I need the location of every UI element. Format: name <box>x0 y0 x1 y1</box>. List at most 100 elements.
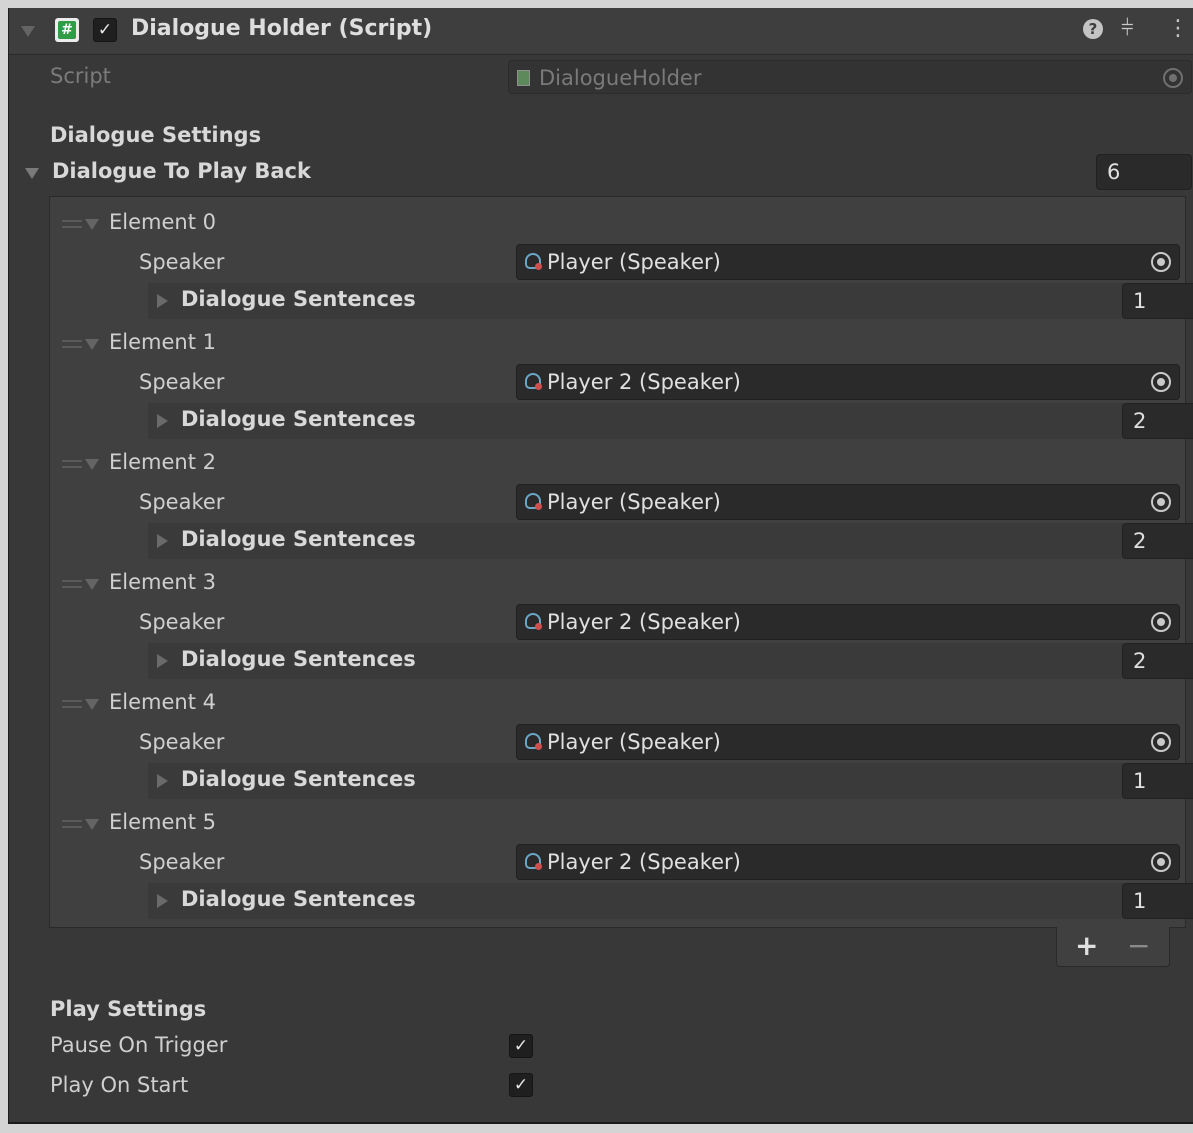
expand-arrow-icon[interactable] <box>157 654 168 668</box>
script-icon: # <box>55 18 79 42</box>
drag-handle-icon[interactable] <box>62 220 82 228</box>
drag-handle-icon[interactable] <box>62 580 82 588</box>
speaker-asset-icon <box>525 853 542 870</box>
drag-handle-icon[interactable] <box>62 460 82 468</box>
dialogue-sentences-row[interactable]: Dialogue Sentences 2 <box>148 643 1193 679</box>
speaker-label: Speaker <box>139 850 225 874</box>
expand-arrow-icon[interactable] <box>157 774 168 788</box>
expand-arrow-icon[interactable] <box>157 534 168 548</box>
sentences-size-value: 2 <box>1133 409 1147 433</box>
inspector-component: # ✓ Dialogue Holder (Script) ? ⫩ ⋮ Scrip… <box>8 8 1193 1124</box>
speaker-label: Speaker <box>139 730 225 754</box>
speaker-field[interactable]: Player 2 (Speaker) <box>516 364 1180 400</box>
dialogue-sentences-label: Dialogue Sentences <box>181 527 416 551</box>
help-icon[interactable]: ? <box>1083 19 1103 39</box>
pause-on-trigger-label: Pause On Trigger <box>50 1033 228 1057</box>
element-label[interactable]: Element 1 <box>109 330 216 354</box>
presets-icon[interactable]: ⫩ <box>1121 16 1134 41</box>
script-field-value: DialogueHolder <box>539 66 702 90</box>
dialogue-sentences-label: Dialogue Sentences <box>181 767 416 791</box>
sentences-size-field[interactable]: 1 <box>1122 763 1193 799</box>
speaker-field[interactable]: Player (Speaker) <box>516 244 1180 280</box>
play-settings-heading: Play Settings <box>50 997 207 1021</box>
speaker-value: Player (Speaker) <box>547 250 721 274</box>
speaker-value: Player 2 (Speaker) <box>547 370 741 394</box>
list-size-value: 6 <box>1107 160 1121 184</box>
list-size-field[interactable]: 6 <box>1096 154 1192 190</box>
sentences-size-value: 2 <box>1133 649 1147 673</box>
dialogue-list: Element 0 Speaker Player (Speaker) Dialo… <box>49 196 1193 928</box>
fold-arrow-icon[interactable] <box>21 26 35 37</box>
play-on-start-checkbox[interactable]: ✓ <box>509 1073 533 1097</box>
drag-handle-icon[interactable] <box>62 820 82 828</box>
speaker-value: Player (Speaker) <box>547 730 721 754</box>
element-fold-arrow-icon[interactable] <box>85 459 99 470</box>
script-label: Script <box>50 64 111 88</box>
drag-handle-icon[interactable] <box>62 340 82 348</box>
script-field: DialogueHolder <box>508 60 1192 94</box>
drag-handle-icon[interactable] <box>62 700 82 708</box>
speaker-value: Player (Speaker) <box>547 490 721 514</box>
element-fold-arrow-icon[interactable] <box>85 819 99 830</box>
speaker-label: Speaker <box>139 370 225 394</box>
dialogue-sentences-label: Dialogue Sentences <box>181 647 416 671</box>
element-label[interactable]: Element 4 <box>109 690 216 714</box>
element-label[interactable]: Element 5 <box>109 810 216 834</box>
element-fold-arrow-icon[interactable] <box>85 699 99 710</box>
dialogue-list-label[interactable]: Dialogue To Play Back <box>52 159 311 183</box>
element-fold-arrow-icon[interactable] <box>85 339 99 350</box>
speaker-field[interactable]: Player (Speaker) <box>516 724 1180 760</box>
sentences-size-field[interactable]: 2 <box>1122 403 1193 439</box>
expand-arrow-icon[interactable] <box>157 894 168 908</box>
expand-arrow-icon[interactable] <box>157 294 168 308</box>
dialogue-sentences-row[interactable]: Dialogue Sentences 2 <box>148 523 1193 559</box>
element-label[interactable]: Element 2 <box>109 450 216 474</box>
component-header[interactable]: # ✓ Dialogue Holder (Script) ? ⫩ ⋮ <box>9 8 1193 55</box>
dialogue-sentences-label: Dialogue Sentences <box>181 407 416 431</box>
speaker-asset-icon <box>525 253 542 270</box>
pause-on-trigger-checkbox[interactable]: ✓ <box>509 1034 533 1058</box>
object-picker-icon[interactable] <box>1151 252 1171 272</box>
sentences-size-value: 2 <box>1133 529 1147 553</box>
speaker-label: Speaker <box>139 250 225 274</box>
add-element-button[interactable]: + <box>1075 929 1098 962</box>
speaker-field[interactable]: Player 2 (Speaker) <box>516 844 1180 880</box>
component-title: Dialogue Holder (Script) <box>131 16 433 41</box>
sentences-size-value: 1 <box>1133 769 1147 793</box>
dialogue-sentences-row[interactable]: Dialogue Sentences 1 <box>148 283 1193 319</box>
expand-arrow-icon[interactable] <box>157 414 168 428</box>
list-fold-arrow-icon[interactable] <box>25 168 39 179</box>
speaker-value: Player 2 (Speaker) <box>547 850 741 874</box>
sentences-size-field[interactable]: 2 <box>1122 643 1193 679</box>
object-picker-icon[interactable] <box>1151 492 1171 512</box>
script-file-icon <box>517 70 530 86</box>
dialogue-sentences-label: Dialogue Sentences <box>181 887 416 911</box>
component-enabled-checkbox[interactable]: ✓ <box>93 18 117 42</box>
sentences-size-value: 1 <box>1133 889 1147 913</box>
context-menu-icon[interactable]: ⋮ <box>1167 16 1189 41</box>
element-label[interactable]: Element 3 <box>109 570 216 594</box>
object-picker-icon[interactable] <box>1151 732 1171 752</box>
speaker-field[interactable]: Player 2 (Speaker) <box>516 604 1180 640</box>
sentences-size-field[interactable]: 2 <box>1122 523 1193 559</box>
dialogue-sentences-row[interactable]: Dialogue Sentences 1 <box>148 883 1193 919</box>
speaker-field[interactable]: Player (Speaker) <box>516 484 1180 520</box>
object-picker-icon[interactable] <box>1151 852 1171 872</box>
speaker-asset-icon <box>525 613 542 630</box>
object-picker-icon[interactable] <box>1151 372 1171 392</box>
element-label[interactable]: Element 0 <box>109 210 216 234</box>
element-fold-arrow-icon[interactable] <box>85 579 99 590</box>
sentences-size-field[interactable]: 1 <box>1122 283 1193 319</box>
object-picker-icon[interactable] <box>1151 612 1171 632</box>
dialogue-settings-heading: Dialogue Settings <box>50 123 262 147</box>
speaker-asset-icon <box>525 373 542 390</box>
sentences-size-field[interactable]: 1 <box>1122 883 1193 919</box>
speaker-asset-icon <box>525 493 542 510</box>
remove-element-button[interactable]: − <box>1127 929 1150 962</box>
dialogue-sentences-row[interactable]: Dialogue Sentences 1 <box>148 763 1193 799</box>
element-fold-arrow-icon[interactable] <box>85 219 99 230</box>
dialogue-sentences-row[interactable]: Dialogue Sentences 2 <box>148 403 1193 439</box>
play-on-start-label: Play On Start <box>50 1073 189 1097</box>
object-picker-icon <box>1163 68 1183 88</box>
sentences-size-value: 1 <box>1133 289 1147 313</box>
